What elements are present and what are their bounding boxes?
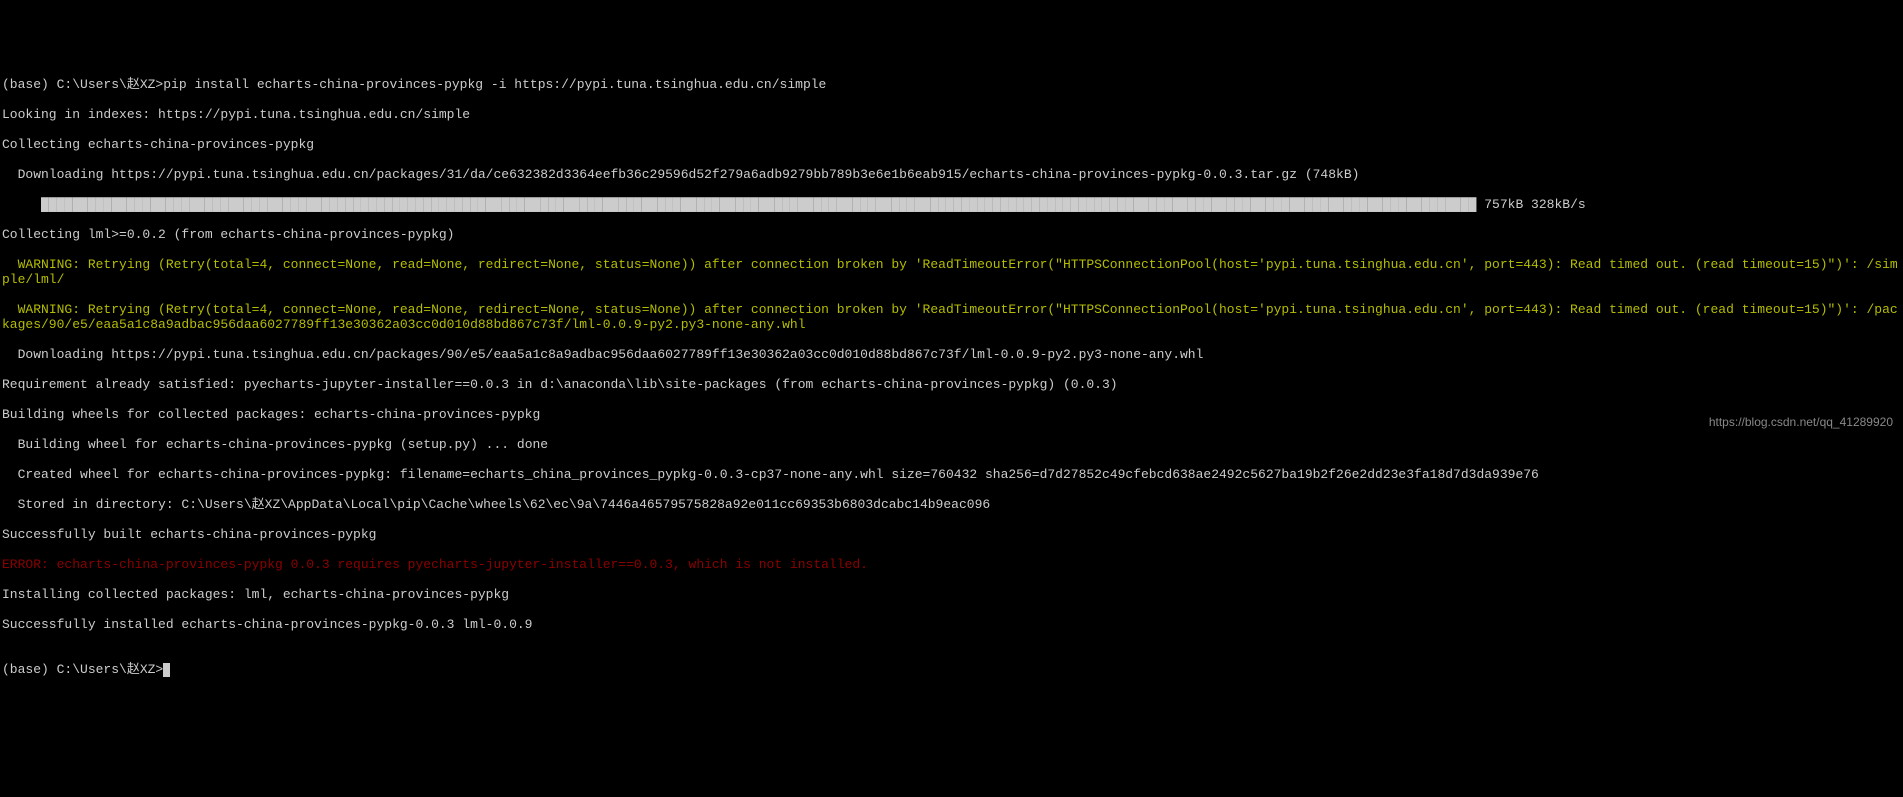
warning-line-1: WARNING: Retrying (Retry(total=4, connec… xyxy=(2,257,1903,287)
output-indexes: Looking in indexes: https://pypi.tuna.ts… xyxy=(2,107,1903,122)
prompt-line-1: (base) C:\Users\赵XZ>pip install echarts-… xyxy=(2,77,1903,92)
progress-line: ████████████████████████████████████████… xyxy=(2,197,1903,212)
terminal-window[interactable]: (base) C:\Users\赵XZ>pip install echarts-… xyxy=(0,60,1903,692)
output-installing: Installing collected packages: lml, echa… xyxy=(2,587,1903,602)
progress-label: 757kB 328kB/s xyxy=(1476,197,1585,212)
output-requirement: Requirement already satisfied: pyecharts… xyxy=(2,377,1903,392)
progress-indent xyxy=(2,197,41,212)
output-built-success: Successfully built echarts-china-provinc… xyxy=(2,527,1903,542)
output-stored: Stored in directory: C:\Users\赵XZ\AppDat… xyxy=(2,497,1903,512)
warning-line-2: WARNING: Retrying (Retry(total=4, connec… xyxy=(2,302,1903,332)
output-downloading-1: Downloading https://pypi.tuna.tsinghua.e… xyxy=(2,167,1903,182)
output-collecting-2: Collecting lml>=0.0.2 (from echarts-chin… xyxy=(2,227,1903,242)
prompt-prefix-2: (base) C:\Users\赵XZ> xyxy=(2,662,163,677)
output-building-1: Building wheels for collected packages: … xyxy=(2,407,1903,422)
output-downloading-2: Downloading https://pypi.tuna.tsinghua.e… xyxy=(2,347,1903,362)
error-line: ERROR: echarts-china-provinces-pypkg 0.0… xyxy=(2,557,1903,572)
output-success: Successfully installed echarts-china-pro… xyxy=(2,617,1903,632)
output-created-wheel: Created wheel for echarts-china-province… xyxy=(2,467,1903,482)
output-collecting-1: Collecting echarts-china-provinces-pypkg xyxy=(2,137,1903,152)
cursor-icon xyxy=(163,663,170,677)
output-building-2: Building wheel for echarts-china-provinc… xyxy=(2,437,1903,452)
prompt-line-2: (base) C:\Users\赵XZ> xyxy=(2,662,1903,677)
progress-bar: ████████████████████████████████████████… xyxy=(41,197,1476,212)
watermark-text: https://blog.csdn.net/qq_41289920 xyxy=(1709,415,1893,430)
command-text: pip install echarts-china-provinces-pypk… xyxy=(163,77,826,92)
prompt-prefix: (base) C:\Users\赵XZ> xyxy=(2,77,163,92)
